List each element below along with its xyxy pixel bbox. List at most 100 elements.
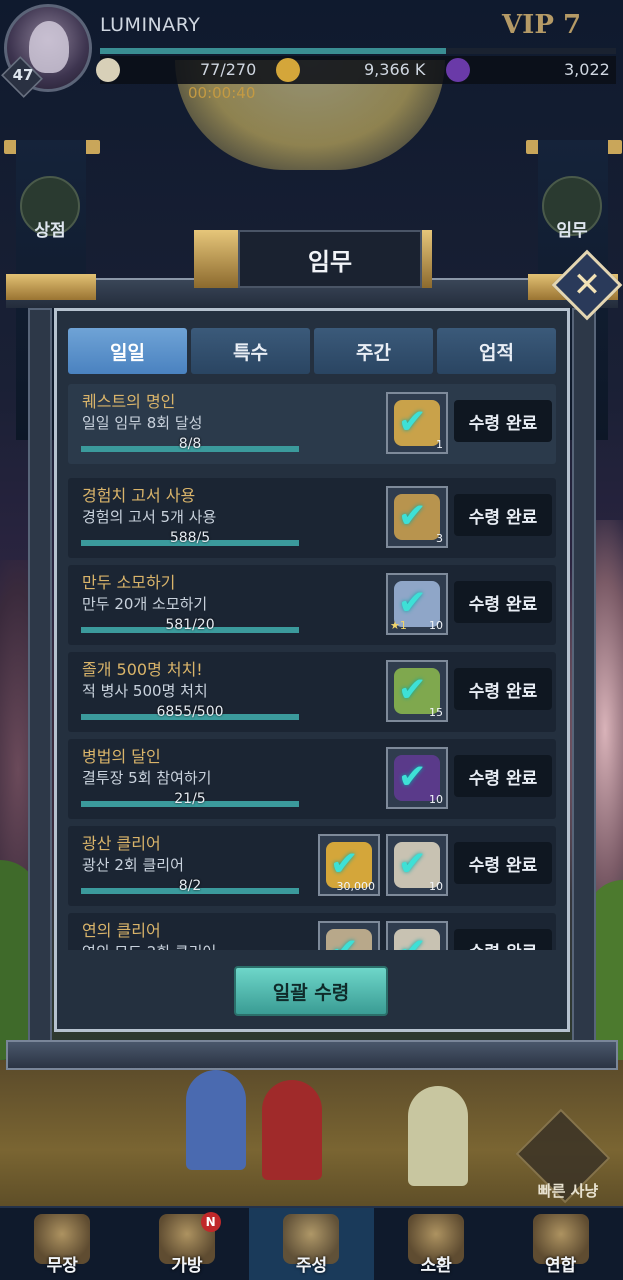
hero-character xyxy=(408,1086,468,1186)
resource-bar xyxy=(100,56,616,84)
quest-row: 연의 클리어연의 모드 2회 클리어 ✔ ✔ 수령 완료 xyxy=(68,913,556,950)
claimed-check-icon: ✔ xyxy=(398,496,427,536)
reward-item[interactable]: ✔ 30,000 xyxy=(318,834,380,896)
reward-item[interactable]: ✔ xyxy=(318,921,380,950)
claim-complete-button[interactable]: 수령 완료 xyxy=(454,842,552,884)
reward-item[interactable]: ✔ xyxy=(386,921,448,950)
quest-progress-text: 581/20 xyxy=(165,617,215,633)
quest-title: 광산 클리어 xyxy=(82,834,161,853)
reward-count: 1 xyxy=(436,438,443,451)
xp-bar xyxy=(100,48,616,54)
claimed-check-icon: ✔ xyxy=(330,931,359,950)
quest-title: 연의 클리어 xyxy=(82,921,161,940)
xp-fill xyxy=(100,48,446,54)
quest-title: 만두 소모하기 xyxy=(82,573,176,592)
quest-description: 경험의 고서 5개 사용 xyxy=(82,508,217,526)
nav-item-alliance[interactable]: 연합 xyxy=(498,1208,623,1280)
claim-complete-button[interactable]: 수령 완료 xyxy=(454,400,552,442)
quest-progress-text: 8/2 xyxy=(178,878,202,894)
nav-item-bag[interactable]: N 가방 xyxy=(125,1208,250,1280)
hero-character xyxy=(262,1080,322,1180)
quest-progress-text: 6855/500 xyxy=(156,704,224,720)
nav-item-castle[interactable]: 주성 xyxy=(249,1208,374,1280)
claim-all-button[interactable]: 일괄 수령 xyxy=(234,966,388,1016)
gold-value: 9,366 K xyxy=(364,60,426,79)
claim-complete-button[interactable]: 수령 완료 xyxy=(454,668,552,710)
modal-title: 임무 xyxy=(307,248,353,276)
new-badge: N xyxy=(200,1212,221,1232)
modal-frame-right xyxy=(572,308,596,1048)
claim-complete-button[interactable]: 수령 완료 xyxy=(454,929,552,950)
quest-description: 적 병사 500명 처치 xyxy=(82,682,208,700)
reward-count: 15 xyxy=(429,706,443,719)
quest-modal: 임무 ✕ 일일 특수 주간 업적 퀘스트의 명인 일일 임무 8회 달성 8/8 ✔ 1… xyxy=(6,226,623,1070)
reward-item[interactable]: ✔ 1 xyxy=(386,392,448,454)
vip-badge[interactable]: VIP 7 xyxy=(502,10,581,40)
claimed-check-icon: ✔ xyxy=(398,670,427,710)
claimed-check-icon: ✔ xyxy=(398,402,427,442)
quest-title: 퀘스트의 명인 xyxy=(82,392,176,411)
claimed-check-icon: ✔ xyxy=(398,931,427,950)
claimed-check-icon: ✔ xyxy=(330,844,359,884)
claim-complete-button[interactable]: 수령 완료 xyxy=(454,581,552,623)
reward-count: 30,000 xyxy=(336,880,376,893)
quest-row: 병법의 달인결투장 5회 참여하기 21/5 ✔ 10 수령 완료 xyxy=(68,739,556,819)
quick-hunt-label: 빠른 사냥 xyxy=(537,1182,599,1200)
bottom-nav: 무장 N 가방 주성 소환 연합 xyxy=(0,1206,623,1280)
tab-weekly[interactable]: 주간 xyxy=(314,328,433,374)
nav-item-general[interactable]: 무장 xyxy=(0,1208,125,1280)
quest-row: 퀘스트의 명인 일일 임무 8회 달성 8/8 ✔ 1 수령 완료 xyxy=(68,384,556,464)
quest-title: 경험치 고서 사용 xyxy=(82,486,196,505)
claimed-check-icon: ✔ xyxy=(398,583,427,623)
quest-row: 만두 소모하기만두 20개 소모하기 581/20 ✔ ★1 10 수령 완료 xyxy=(68,565,556,645)
hero-character xyxy=(186,1070,246,1170)
quest-description: 일일 임무 8회 달성 xyxy=(82,414,203,432)
top-hud: 47 LUMINARY VIP 7 77/270 9,366 K 3,022 0… xyxy=(0,0,623,102)
quest-row: 경험치 고서 사용 경험의 고서 5개 사용 588/5 ✔ 3 수령 완료 xyxy=(68,478,556,558)
nav-label: 가방 xyxy=(171,1256,203,1276)
reward-count: 3 xyxy=(436,532,443,545)
quest-list[interactable]: 퀘스트의 명인 일일 임무 8회 달성 8/8 ✔ 1 수령 완료 경험치 고서 사용 경험의… xyxy=(68,384,556,950)
nav-label: 주성 xyxy=(295,1256,328,1276)
nav-item-summon[interactable]: 소환 xyxy=(374,1208,499,1280)
nav-label: 무장 xyxy=(46,1256,78,1276)
nav-label: 소환 xyxy=(420,1256,452,1276)
frame-gold-corner-left xyxy=(6,274,96,300)
quest-progress-text: 21/5 xyxy=(174,791,206,807)
reward-item[interactable]: ✔ ★1 10 xyxy=(386,573,448,635)
gem-icon xyxy=(446,58,470,82)
quest-tabs: 일일 특수 주간 업적 xyxy=(68,328,556,376)
reward-item[interactable]: ✔ 3 xyxy=(386,486,448,548)
quest-description: 결투장 5회 참여하기 xyxy=(82,769,212,787)
reward-item[interactable]: ✔ 10 xyxy=(386,834,448,896)
quest-description: 연의 모드 2회 클리어 xyxy=(82,941,216,950)
quest-description: 광산 2회 클리어 xyxy=(82,856,184,874)
quest-description: 만두 20개 소모하기 xyxy=(82,595,208,613)
stamina-value: 77/270 xyxy=(200,60,257,79)
modal-frame-left xyxy=(28,308,52,1048)
dumpling-icon xyxy=(96,58,120,82)
modal-frame-bottom xyxy=(6,1040,618,1070)
title-ornament-left xyxy=(194,230,238,288)
close-icon[interactable]: ✕ xyxy=(562,260,612,310)
quest-progress-text: 8/8 xyxy=(178,436,202,452)
stamina-timer: 00:00:40 xyxy=(188,84,256,102)
quest-title: 졸개 500명 처치! xyxy=(82,660,203,679)
tab-special[interactable]: 특수 xyxy=(191,328,310,374)
quest-title: 병법의 달인 xyxy=(82,747,161,766)
tab-achievement[interactable]: 업적 xyxy=(437,328,556,374)
reward-star-rank: ★1 xyxy=(390,619,407,632)
quest-row: 광산 클리어 광산 2회 클리어 8/2 ✔ 30,000 ✔ 10 수령 완료 xyxy=(68,826,556,906)
reward-item[interactable]: ✔ 15 xyxy=(386,660,448,722)
player-level: 47 xyxy=(12,66,34,84)
tab-daily[interactable]: 일일 xyxy=(68,328,187,374)
player-name: LUMINARY xyxy=(100,14,201,36)
quest-row: 졸개 500명 처치! 적 병사 500명 처치 6855/500 ✔ 15 수령 완료 xyxy=(68,652,556,732)
quest-progress-text: 588/5 xyxy=(169,530,211,546)
reward-count: 10 xyxy=(429,793,443,806)
claim-complete-button[interactable]: 수령 완료 xyxy=(454,494,552,536)
reward-item[interactable]: ✔ 10 xyxy=(386,747,448,809)
nav-label: 연합 xyxy=(545,1256,577,1276)
claim-complete-button[interactable]: 수령 완료 xyxy=(454,755,552,797)
reward-count: 10 xyxy=(429,880,443,893)
